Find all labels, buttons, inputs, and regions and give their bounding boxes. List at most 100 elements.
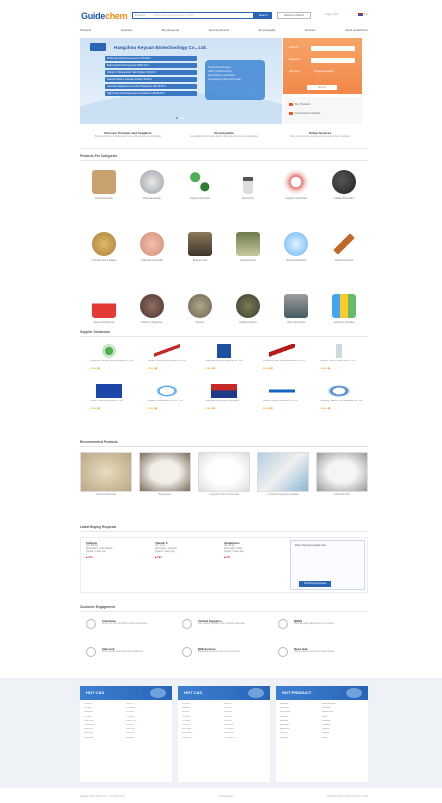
- hot-list-item[interactable]: Ascorbic Acid: [322, 703, 364, 705]
- hot-list-item[interactable]: 124-38-9: [182, 728, 224, 730]
- hot-list-item[interactable]: Methanol: [280, 724, 322, 726]
- hot-list-item[interactable]: Glucose: [280, 716, 322, 718]
- category-item[interactable]: Electronics: [224, 164, 272, 226]
- product-card[interactable]: Calcium Gluconate: [80, 452, 132, 502]
- supplier-card[interactable]: Mocan Chemical Technology Co., Ltd. ★★★ ▮…: [138, 340, 196, 380]
- engagement-item[interactable]: MSDS Material safety data sheets for prod…: [272, 617, 368, 639]
- hot-list-item[interactable]: Ethanol: [280, 720, 322, 722]
- hot-list-item[interactable]: Glycerol: [280, 707, 322, 709]
- banner-product-line[interactable]: Vitamin C Monosodium Salt Powder 134-03-…: [105, 70, 197, 75]
- promo-item[interactable]: Discover Products and Suppliers Browse mi…: [83, 131, 173, 148]
- hot-list-item[interactable]: Phenol: [280, 732, 322, 734]
- footer-catalog-links[interactable]: Catalog: A B C D E F G H I J K L M N O P: [80, 795, 124, 800]
- hero-banner[interactable]: Hangzhou Keyuan Biotechnology Co., Ltd. …: [80, 38, 282, 124]
- supplier-card[interactable]: Henan Tianfu Chemical Co., Ltd. ★★★ ▮▮: [80, 380, 138, 420]
- hot-list-item[interactable]: 79-14-1: [182, 724, 224, 726]
- hot-list-item[interactable]: 109-99-9: [84, 737, 126, 739]
- category-item[interactable]: Synthetic Materials: [272, 226, 320, 288]
- hot-list-item[interactable]: 123-91-1: [84, 732, 126, 734]
- search-category-select[interactable]: Products: [135, 14, 145, 17]
- category-item[interactable]: Food Chemicals: [80, 164, 128, 226]
- category-item[interactable]: Organic Chemicals: [176, 164, 224, 226]
- banner-product-line[interactable]: Antifungal 4-Hydroxycoumarin 1076-38-6: [105, 56, 197, 61]
- hot-list-item[interactable]: 50-00-0: [84, 703, 126, 705]
- hot-list-item[interactable]: 1305-62-0: [182, 732, 224, 734]
- category-item[interactable]: Cosmetic Intermediates: [80, 226, 128, 288]
- category-item[interactable]: Natural Products: [320, 226, 368, 288]
- carousel-dots[interactable]: [176, 117, 186, 119]
- hot-list-item[interactable]: 7757-82-6: [224, 737, 266, 739]
- hot-list-item[interactable]: 64-17-5: [126, 703, 168, 705]
- hot-list-item[interactable]: 50-99-7: [182, 711, 224, 713]
- category-item[interactable]: Biochemicals: [176, 226, 224, 288]
- engagement-item[interactable]: Safe Link Communicate and trade with conf…: [80, 645, 176, 667]
- footer-product-links[interactable]: Products: A B C D E F G H I J K L M N: [327, 795, 368, 800]
- category-item[interactable]: Pharmaceuticals: [128, 164, 176, 226]
- hot-list-item[interactable]: 108-88-3: [84, 711, 126, 713]
- nav-item-encyclopedia[interactable]: Encyclopedia: [259, 28, 276, 34]
- hot-list-item[interactable]: Caffeine: [280, 703, 322, 705]
- hot-list-item[interactable]: 57-50-1: [224, 707, 266, 709]
- supplier-card[interactable]: Wuhan Fortuna Chemical Co., Ltd. ★★★ ▮▮: [253, 380, 311, 420]
- supplier-card[interactable]: Shaanxi Dideu Medichem Co., Ltd. ★★★ ▮▮: [138, 380, 196, 420]
- category-item[interactable]: Industrial Chemicals: [128, 226, 176, 288]
- product-card[interactable]: Benzocaine: [139, 452, 191, 502]
- buying-request-item[interactable]: Glutathione Qty: 25 kg Destination: Indi…: [219, 538, 288, 592]
- hot-list-item[interactable]: 7664-93-9: [84, 724, 126, 726]
- hot-list-item[interactable]: 64-19-7: [126, 724, 168, 726]
- hot-list-item[interactable]: 68-12-2: [126, 737, 168, 739]
- nav-item-services[interactable]: Services: [305, 28, 316, 34]
- hot-list-item[interactable]: 77-92-9: [182, 720, 224, 722]
- hot-list-item[interactable]: Xylene: [322, 728, 364, 730]
- category-item[interactable]: Agrochemicals: [224, 226, 272, 288]
- supplier-card[interactable]: Jiangsu Tianrui Chemical Co., Ltd. ★★★ ▮▮: [310, 340, 368, 380]
- search-button[interactable]: Search: [254, 12, 272, 19]
- banner-product-line[interactable]: Cosmetic Magnesium Ascorbyl Phosphate 11…: [105, 84, 197, 89]
- banner-product-line[interactable]: High Purity 2-Hydroxypropyl Cyclodextrin…: [105, 91, 197, 96]
- nav-item-suppliers[interactable]: Suppliers: [121, 28, 133, 34]
- hot-list-item[interactable]: 50-81-7: [224, 703, 266, 705]
- search-input[interactable]: Products Please enter product name or CA…: [132, 12, 254, 19]
- hot-list-item[interactable]: 110-54-3: [84, 728, 126, 730]
- hot-list-item[interactable]: Acetone: [322, 720, 364, 722]
- hot-list-item[interactable]: Biotin: [322, 737, 364, 739]
- hot-list-item[interactable]: 497-19-8: [224, 732, 266, 734]
- buying-request-item[interactable]: Vitamin C Qty: 1 ton Destination: German…: [150, 538, 219, 592]
- promo-item[interactable]: Encyclopedia Get detailed information abo…: [179, 131, 269, 148]
- hot-list-item[interactable]: Aniline: [322, 732, 364, 734]
- hot-list-item[interactable]: 75-09-2: [126, 716, 168, 718]
- engagement-item[interactable]: Verified Suppliers Find reliable supplier…: [176, 617, 272, 639]
- hot-list-item[interactable]: 56-81-5: [224, 711, 266, 713]
- hot-list-item[interactable]: 110-15-6: [224, 724, 266, 726]
- hot-list-item[interactable]: 7647-01-0: [84, 720, 126, 722]
- hot-list-item[interactable]: Citric Acid: [280, 711, 322, 713]
- hot-list-item[interactable]: 87-69-4: [224, 716, 266, 718]
- hot-list-item[interactable]: Styrene: [280, 737, 322, 739]
- hot-list-item[interactable]: 7783-06-4: [224, 728, 266, 730]
- forgot-password-link[interactable]: Forgot password?: [314, 70, 334, 73]
- nav-item-about[interactable]: About GuideChem: [345, 28, 368, 34]
- register-sell-link[interactable]: Sell Products Globally: [289, 112, 320, 115]
- account-input[interactable]: [311, 46, 355, 51]
- register-buy-link[interactable]: Buy Products: [289, 103, 310, 106]
- hot-list-item[interactable]: 67-64-1: [84, 707, 126, 709]
- hot-list-item[interactable]: 75-05-8: [126, 732, 168, 734]
- nav-item-buy-requests[interactable]: Buy Requests: [162, 28, 179, 34]
- hot-list-item[interactable]: 141-78-6: [126, 728, 168, 730]
- sign-in-button[interactable]: Sign In: [307, 85, 337, 90]
- engagement-item[interactable]: News Hub Latest industry news and market …: [272, 645, 368, 667]
- category-item[interactable]: Catalyst & Auxiliary: [320, 164, 368, 226]
- site-logo[interactable]: Guidechem: [81, 11, 128, 21]
- language-select[interactable]: EN: [364, 13, 368, 16]
- category-item[interactable]: Inorganic Chemicals: [272, 164, 320, 226]
- banner-product-line[interactable]: Bulk Crystal Hydroxytyrosol 10597-60-1: [105, 63, 197, 68]
- hot-list-item[interactable]: 1310-73-2: [126, 720, 168, 722]
- hot-list-item[interactable]: Toluene: [322, 724, 364, 726]
- supplier-card[interactable]: Hangzhou Keyuan Biotechnology Co., Ltd. ★…: [80, 340, 138, 380]
- user-links[interactable]: Login | Join: [325, 13, 338, 16]
- hot-list-item[interactable]: Urea: [322, 716, 364, 718]
- nav-item-sourcing-events[interactable]: Sourcing Events: [209, 28, 229, 34]
- supplier-card[interactable]: Shanghai Chemspec Corporation ★★★ ▮▮: [195, 380, 253, 420]
- hot-list-item[interactable]: Lactic Acid: [322, 711, 364, 713]
- supplier-card[interactable]: Zhejiang Haisen Pharmaceutical Co., Ltd.…: [310, 380, 368, 420]
